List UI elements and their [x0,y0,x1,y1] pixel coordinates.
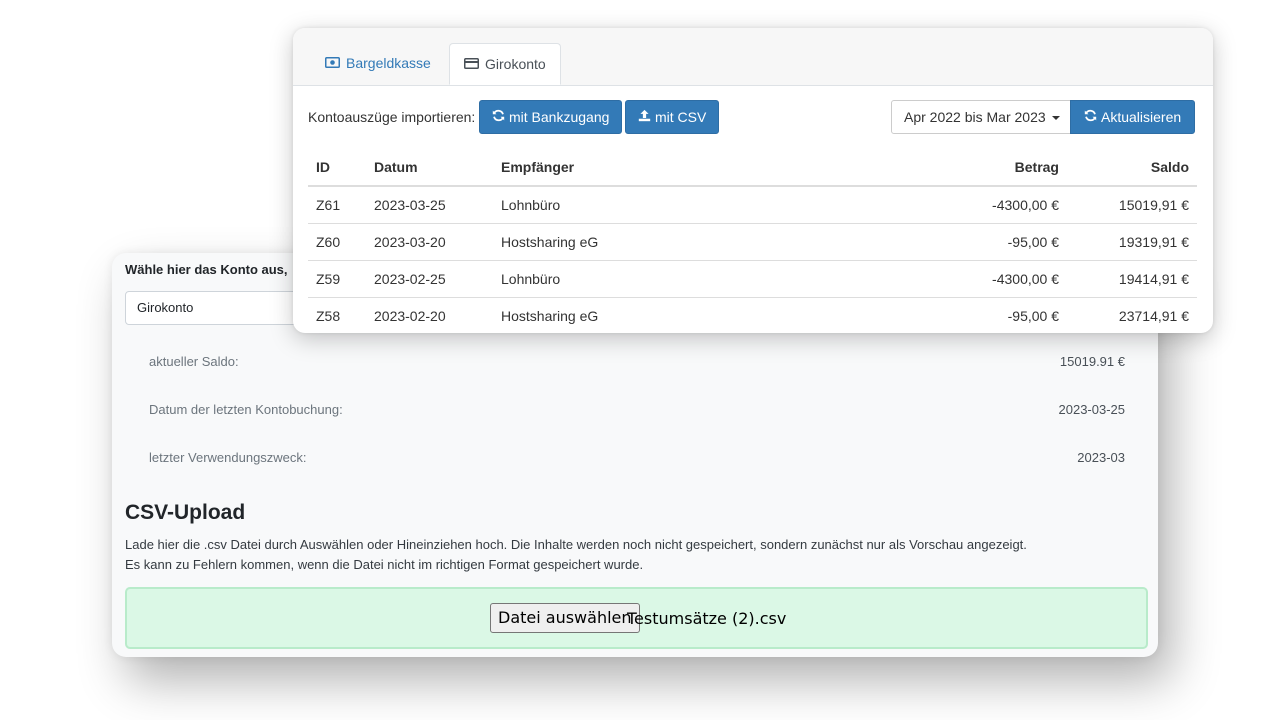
column-header-amount: Betrag [893,148,1067,187]
info-label: aktueller Saldo: [149,354,239,369]
account-select-label: Wähle hier das Konto aus, [125,262,288,277]
button-label: mit Bankzugang [509,109,610,125]
table-header-row: ID Datum Empfänger Betrag Saldo [308,148,1197,187]
button-label: mit CSV [655,109,707,125]
import-bank-button[interactable]: mit Bankzugang [479,100,623,134]
column-header-recipient: Empfänger [493,148,893,187]
cell-date: 2023-03-25 [366,186,493,224]
table-row[interactable]: Z60 2023-03-20 Hostsharing eG -95,00 € 1… [308,223,1197,261]
column-header-date: Datum [366,148,493,187]
table-row[interactable]: Z58 2023-02-20 Hostsharing eG -95,00 € 2… [308,297,1197,333]
choose-file-button[interactable]: Datei auswählen [490,603,640,633]
caret-down-icon [1051,116,1060,121]
bookings-table: ID Datum Empfänger Betrag Saldo Z61 2023… [308,148,1197,333]
cell-date: 2023-02-25 [366,260,493,298]
cell-id: Z58 [308,297,366,333]
cash-icon [325,43,340,83]
cell-amount: -95,00 € [893,223,1067,261]
cell-recipient: Hostsharing eG [493,223,893,261]
statements-panel: Bargeldkasse Girokonto Kontoauszüge impo… [293,28,1213,333]
selected-file-name: Testumsätze (2).csv [627,609,787,628]
cell-balance: 19319,91 € [1067,223,1197,261]
button-label: Aktualisieren [1101,109,1182,125]
refresh-button[interactable]: Aktualisieren [1070,100,1196,134]
account-tabs: Bargeldkasse Girokonto [293,28,1213,86]
info-label: Datum der letzten Kontobuchung: [149,402,343,417]
date-range-label: Apr 2022 bis Mar 2023 [904,109,1046,125]
csv-description-line-1: Lade hier die .csv Datei durch Auswählen… [125,537,1027,552]
cell-recipient: Lohnbüro [493,186,893,224]
upload-icon [638,101,651,133]
cell-amount: -4300,00 € [893,186,1067,224]
cell-id: Z60 [308,223,366,261]
tab-girokonto[interactable]: Girokonto [449,43,561,85]
csv-dropzone[interactable]: Datei auswählen Testumsätze (2).csv [125,587,1148,649]
tab-bargeldkasse[interactable]: Bargeldkasse [311,43,445,85]
cell-amount: -4300,00 € [893,260,1067,298]
cell-recipient: Hostsharing eG [493,297,893,333]
table-row[interactable]: Z61 2023-03-25 Lohnbüro -4300,00 € 15019… [308,186,1197,224]
refresh-icon [1084,101,1097,133]
refresh-icon [492,101,505,133]
tab-label: Girokonto [485,56,546,72]
info-value: 2023-03-25 [1058,402,1126,417]
csv-upload-title: CSV-Upload [125,501,246,524]
csv-description-line-2: Es kann zu Fehlern kommen, wenn die Date… [125,557,644,572]
credit-card-icon [464,44,479,84]
cell-balance: 19414,91 € [1067,260,1197,298]
cell-balance: 23714,91 € [1067,297,1197,333]
info-label: letzter Verwendungszweck: [149,450,307,465]
info-value: 15019.91 € [1059,354,1125,369]
info-value: 2023-03 [1077,450,1125,465]
import-csv-button[interactable]: mit CSV [625,100,720,134]
import-label: Kontoauszüge importieren: [308,109,476,125]
cell-recipient: Lohnbüro [493,260,893,298]
cell-balance: 15019,91 € [1067,186,1197,224]
cell-id: Z61 [308,186,366,224]
cell-date: 2023-02-20 [366,297,493,333]
cell-id: Z59 [308,260,366,298]
tab-label: Bargeldkasse [346,55,431,71]
cell-amount: -95,00 € [893,297,1067,333]
date-range-dropdown[interactable]: Apr 2022 bis Mar 2023 [891,100,1071,134]
column-header-id: ID [308,148,366,187]
table-row[interactable]: Z59 2023-02-25 Lohnbüro -4300,00 € 19414… [308,260,1197,298]
column-header-balance: Saldo [1067,148,1197,187]
cell-date: 2023-03-20 [366,223,493,261]
